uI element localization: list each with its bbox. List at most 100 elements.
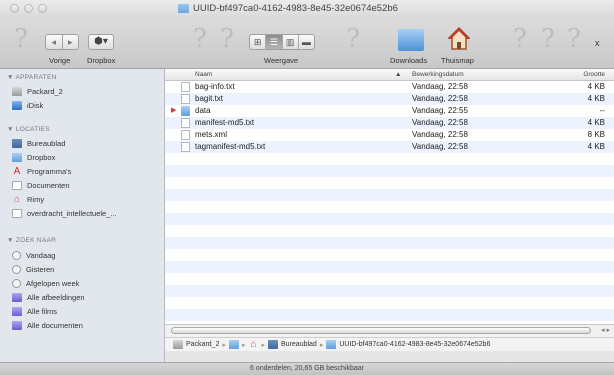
empty-row (165, 261, 614, 273)
sidebar-item-gisteren[interactable]: Gisteren (12, 263, 54, 275)
text-file-icon (181, 142, 190, 152)
table-row[interactable]: ▶ data Vandaag, 22:55 -- (165, 105, 614, 117)
scroll-arrows-icon[interactable]: ◂ ▸ (601, 326, 610, 334)
close-icon[interactable]: x (595, 38, 600, 48)
purple-folder-icon (12, 292, 22, 302)
empty-row (165, 189, 614, 201)
icon-view-button[interactable]: ⊞ (250, 35, 267, 49)
empty-row (165, 285, 614, 297)
sidebar-item-label: Afgelopen week (26, 278, 80, 288)
file-name: manifest-md5.txt (195, 118, 255, 127)
desktop-icon (268, 340, 279, 349)
file-date: Vandaag, 22:58 (412, 118, 468, 127)
empty-row (165, 273, 614, 285)
placeholder-icon: ? (541, 24, 555, 54)
placeholder-icon: ? (513, 24, 527, 54)
file-name: data (195, 106, 211, 115)
table-row[interactable]: bag-info.txt Vandaag, 22:58 4 KB (165, 81, 614, 93)
sidebar-item-documenten[interactable]: Documenten (12, 179, 70, 191)
file-size: 8 KB (587, 130, 605, 139)
folder-icon (178, 4, 189, 13)
sidebar-section-search[interactable]: ▼ ZOEK NAAR (7, 237, 56, 244)
empty-row (165, 225, 614, 237)
scrollbar-thumb[interactable] (171, 327, 591, 334)
minimize-window-button[interactable] (24, 4, 33, 13)
placeholder-icon: ? (14, 24, 28, 54)
path-item[interactable]: UUID-bf497ca0-4162-4983-8e45-32e0674e52b… (339, 341, 490, 348)
disclosure-triangle-icon[interactable]: ▶ (171, 106, 176, 114)
idisk-icon (12, 100, 22, 110)
file-name: mets.xml (195, 130, 227, 139)
horizontal-scrollbar[interactable]: ◂ ▸ (165, 324, 614, 337)
home-icon: ⌂ (13, 193, 21, 205)
sidebar-section-places[interactable]: ▼ LOCATIES (7, 126, 50, 133)
sidebar-item-bureaublad[interactable]: Bureaublad (12, 137, 65, 149)
dropbox-icon: ⬢▾ (94, 36, 108, 47)
list-header: Naam ▲ Bewerkingsdatum Grootte (165, 69, 614, 81)
sidebar-item-label: Rimy (27, 194, 45, 204)
apps-icon: A (13, 165, 21, 177)
window-controls (10, 4, 47, 13)
table-row[interactable]: manifest-md5.txt Vandaag, 22:58 4 KB (165, 117, 614, 129)
document-icon (12, 208, 22, 218)
list-view-button[interactable]: ☰ (266, 35, 283, 49)
sidebar-item-label: Dropbox (27, 152, 56, 162)
sidebar-item-label: Bureaublad (27, 138, 66, 148)
folder-icon (12, 152, 22, 162)
home-icon[interactable]: ⌂ (249, 340, 259, 350)
sidebar-item-rimy[interactable]: ⌂ Rimy (12, 193, 44, 205)
zoom-window-button[interactable] (38, 4, 47, 13)
table-row[interactable]: bagit.txt Vandaag, 22:58 4 KB (165, 93, 614, 105)
sidebar-section-devices[interactable]: ▼ APPARATEN (7, 74, 57, 81)
sidebar-item-label: Alle films (27, 306, 58, 316)
path-item[interactable]: Bureaublad (281, 341, 317, 348)
downloads-folder-icon[interactable] (398, 29, 424, 51)
file-list: Naam ▲ Bewerkingsdatum Grootte bag-info.… (165, 69, 614, 324)
sidebar-item-dropbox[interactable]: Dropbox (12, 151, 55, 163)
disk-icon (12, 86, 22, 96)
column-header-size[interactable]: Grootte (583, 71, 605, 78)
sidebar-item-alle-afbeeldingen[interactable]: Alle afbeeldingen (12, 291, 85, 303)
path-separator-icon: ▸ (222, 341, 226, 349)
column-header-date[interactable]: Bewerkingsdatum (412, 71, 464, 78)
finder-window: UUID-bf497ca0-4162-4983-8e45-32e0674e52b… (0, 0, 614, 375)
text-file-icon (181, 118, 190, 128)
close-window-button[interactable] (10, 4, 19, 13)
empty-row (165, 249, 614, 261)
dropbox-button[interactable]: ⬢▾ (88, 34, 114, 50)
dropbox-label: Dropbox (87, 56, 116, 65)
home-icon[interactable] (448, 27, 470, 51)
sidebar-item-programmas[interactable]: A Programma's (12, 165, 72, 177)
table-row[interactable]: mets.xml Vandaag, 22:58 8 KB (165, 129, 614, 141)
path-separator-icon: ▸ (241, 341, 246, 349)
sidebar-item-label: Programma's (27, 166, 72, 176)
title-bar: UUID-bf497ca0-4162-4983-8e45-32e0674e52b… (0, 0, 614, 18)
file-date: Vandaag, 22:58 (412, 82, 468, 91)
forward-button[interactable]: ▸ (63, 35, 79, 49)
table-row[interactable]: tagmanifest-md5.txt Vandaag, 22:58 4 KB (165, 141, 614, 153)
sidebar-item-idisk[interactable]: iDisk (12, 99, 43, 111)
coverflow-view-button[interactable]: ▬ (299, 35, 314, 49)
empty-row (165, 309, 614, 321)
path-item[interactable]: Packard_2 (186, 341, 219, 348)
sidebar-item-alle-films[interactable]: Alle films (12, 305, 57, 317)
placeholder-icon: ? (567, 24, 581, 54)
status-text: 6 onderdelen, 20,65 GB beschikbaar (249, 365, 365, 372)
file-size: 4 KB (587, 82, 605, 91)
sidebar-item-alle-documenten[interactable]: Alle documenten (12, 319, 83, 331)
column-header-name[interactable]: Naam (195, 71, 212, 78)
sidebar-item-overdracht[interactable]: overdracht_intellectuele_... (12, 207, 117, 219)
sidebar-item-packard[interactable]: Packard_2 (12, 85, 63, 97)
sidebar-item-vandaag[interactable]: Vandaag (12, 249, 55, 261)
sidebar-item-afgelopen-week[interactable]: Afgelopen week (12, 277, 79, 289)
sidebar-item-label: Vandaag (26, 250, 56, 260)
column-view-button[interactable]: ▥ (283, 35, 299, 49)
downloads-label: Downloads (390, 56, 428, 65)
path-separator-icon: ▸ (261, 341, 266, 349)
folder-icon[interactable] (228, 340, 239, 349)
sidebar: ▼ APPARATEN Packard_2 iDisk ▼ LOCATIES B… (0, 69, 165, 362)
empty-row (165, 201, 614, 213)
sidebar-item-label: iDisk (27, 100, 44, 110)
back-button[interactable]: ◂ (46, 35, 63, 49)
view-label: Weergave (264, 56, 299, 65)
